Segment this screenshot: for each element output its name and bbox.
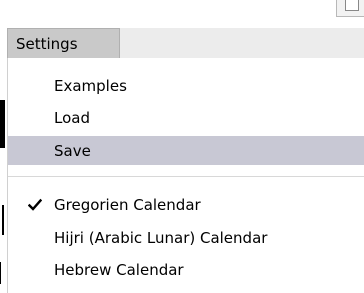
- menubar: Settings: [7, 28, 364, 59]
- background-edge-mark: [2, 205, 4, 235]
- menu-item-label: Examples: [54, 76, 127, 95]
- background-edge-mark: [0, 262, 1, 284]
- menu-item-label: Gregorien Calendar: [54, 195, 201, 214]
- menu-item-label: Save: [54, 141, 91, 160]
- menu-item-label: Hijri (Arabic Lunar) Calendar: [54, 228, 268, 247]
- app-background-top: [0, 0, 364, 28]
- screen: Settings Examples Load Save Gregorien Ca…: [0, 0, 364, 293]
- menu-item-label: Load: [54, 108, 90, 127]
- menu-item-examples[interactable]: Examples: [8, 71, 364, 100]
- menu-settings-label: Settings: [16, 34, 78, 53]
- menu-item-hebrew-calendar[interactable]: Hebrew Calendar: [8, 255, 364, 284]
- settings-dropdown-menu: Examples Load Save Gregorien Calendar Hi…: [7, 58, 364, 293]
- window-control-icon[interactable]: [345, 0, 359, 11]
- menu-item-load[interactable]: Load: [8, 103, 364, 132]
- background-edge-mark: [0, 100, 5, 148]
- menu-settings[interactable]: Settings: [7, 28, 120, 58]
- menu-item-gregorien-calendar[interactable]: Gregorien Calendar: [8, 190, 364, 219]
- app-background-left: [0, 56, 5, 293]
- menu-item-save[interactable]: Save: [8, 136, 364, 165]
- check-icon: [28, 198, 42, 211]
- menu-item-hijri-calendar[interactable]: Hijri (Arabic Lunar) Calendar: [8, 223, 364, 252]
- menu-item-label: Hebrew Calendar: [54, 260, 184, 279]
- menu-separator: [8, 176, 364, 177]
